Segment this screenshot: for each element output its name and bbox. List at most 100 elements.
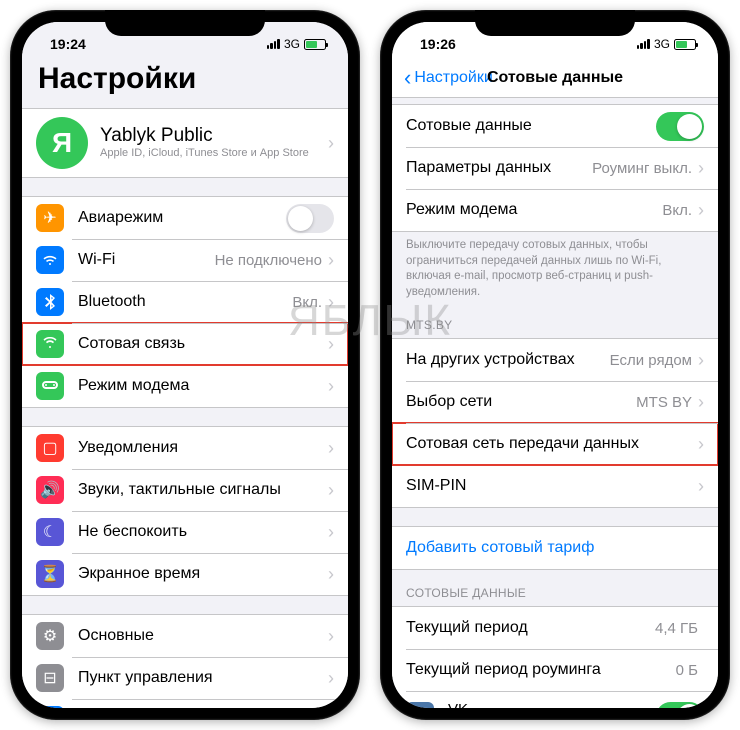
- status-right: 3G: [267, 37, 326, 51]
- carrier-header: MTS.BY: [392, 302, 718, 338]
- cellular-data-label: Сотовые данные: [406, 117, 656, 135]
- page-title: Настройки: [38, 62, 348, 96]
- phone-left: 19:24 3G Настройки Я Yablyk Public Apple…: [10, 10, 360, 720]
- chevron-icon: ›: [328, 133, 334, 154]
- bluetooth-cell[interactable]: Bluetooth Вкл. ›: [22, 281, 348, 323]
- chevron-icon: ›: [698, 200, 704, 221]
- chevron-icon: ›: [328, 376, 334, 397]
- cellular-icon: [36, 330, 64, 358]
- vk-icon: [406, 702, 434, 708]
- cellular-label: Сотовая связь: [78, 335, 328, 353]
- hotspot-label: Режим модема: [78, 377, 328, 395]
- roaming-period-cell[interactable]: Текущий период роуминга 0 Б: [392, 649, 718, 691]
- chevron-icon: ›: [698, 158, 704, 179]
- data-options-label: Параметры данных: [406, 159, 592, 177]
- app-vk-cell[interactable]: VK 2,1 ГБ: [392, 691, 718, 708]
- status-network: 3G: [284, 37, 300, 51]
- usage-group: Текущий период 4,4 ГБ Текущий период роу…: [392, 606, 718, 708]
- battery-icon: [304, 39, 326, 50]
- control-center-cell[interactable]: ⊟ Пункт управления ›: [22, 657, 348, 699]
- account-name: Yablyk Public: [100, 125, 328, 147]
- general-label: Основные: [78, 627, 328, 645]
- data-options-cell[interactable]: Параметры данных Роуминг выкл. ›: [392, 147, 718, 189]
- wifi-cell[interactable]: Wi-Fi Не подключено ›: [22, 239, 348, 281]
- battery-icon: [674, 39, 696, 50]
- display-cell[interactable]: AA Экран и яркость ›: [22, 699, 348, 708]
- notifications-label: Уведомления: [78, 439, 328, 457]
- sim-pin-cell[interactable]: SIM-PIN ›: [392, 465, 718, 507]
- connectivity-group: ✈ Авиарежим Wi-Fi Не подключено ›: [22, 196, 348, 408]
- hotspot-label: Режим модема: [406, 201, 662, 219]
- bluetooth-label: Bluetooth: [78, 293, 292, 311]
- roaming-period-value: 0 Б: [676, 662, 698, 679]
- cellular-cell[interactable]: Сотовая связь ›: [22, 323, 348, 365]
- hotspot-icon: [36, 372, 64, 400]
- carrier-group: На других устройствах Если рядом › Выбор…: [392, 338, 718, 508]
- other-devices-detail: Если рядом: [610, 352, 692, 369]
- data-group: Сотовые данные Параметры данных Роуминг …: [392, 104, 718, 232]
- hotspot-cell[interactable]: Режим модема ›: [22, 365, 348, 407]
- chevron-icon: ›: [328, 250, 334, 271]
- dnd-cell[interactable]: ☾ Не беспокоить ›: [22, 511, 348, 553]
- network-selection-label: Выбор сети: [406, 393, 636, 411]
- other-devices-cell[interactable]: На других устройствах Если рядом ›: [392, 339, 718, 381]
- chevron-icon: ›: [328, 480, 334, 501]
- settings-content[interactable]: Настройки Я Yablyk Public Apple ID, iClo…: [22, 58, 348, 708]
- chevron-icon: ›: [698, 392, 704, 413]
- chevron-left-icon: ‹: [404, 67, 411, 89]
- chevron-icon: ›: [328, 522, 334, 543]
- back-label: Настройки: [414, 69, 492, 87]
- display-icon: AA: [36, 706, 64, 708]
- roaming-period-label: Текущий период роуминга: [406, 661, 676, 679]
- nav-bar: ‹ Настройки Сотовые данные: [392, 58, 718, 98]
- network-selection-cell[interactable]: Выбор сети MTS BY ›: [392, 381, 718, 423]
- sliders-icon: ⊟: [36, 664, 64, 692]
- avatar: Я: [36, 117, 88, 169]
- chevron-icon: ›: [698, 476, 704, 497]
- add-plan-cell[interactable]: Добавить сотовый тариф: [392, 527, 718, 569]
- add-plan-label: Добавить сотовый тариф: [406, 539, 704, 557]
- sounds-cell[interactable]: 🔊 Звуки, тактильные сигналы ›: [22, 469, 348, 511]
- control-label: Пункт управления: [78, 669, 328, 687]
- add-plan-group: Добавить сотовый тариф: [392, 526, 718, 570]
- device-group: ⚙ Основные › ⊟ Пункт управления › AA Экр…: [22, 614, 348, 708]
- chevron-icon: ›: [328, 564, 334, 585]
- airplane-icon: ✈: [36, 204, 64, 232]
- notch: [105, 10, 265, 36]
- screentime-label: Экранное время: [78, 565, 328, 583]
- moon-icon: ☾: [36, 518, 64, 546]
- apn-cell[interactable]: Сотовая сеть передачи данных ›: [392, 423, 718, 465]
- network-selection-detail: MTS BY: [636, 394, 692, 411]
- general-cell[interactable]: ⚙ Основные ›: [22, 615, 348, 657]
- screen-left: 19:24 3G Настройки Я Yablyk Public Apple…: [22, 22, 348, 708]
- chevron-icon: ›: [328, 668, 334, 689]
- apple-id-cell[interactable]: Я Yablyk Public Apple ID, iCloud, iTunes…: [22, 109, 348, 177]
- app-vk-toggle[interactable]: [656, 702, 704, 708]
- status-right: 3G: [637, 37, 696, 51]
- account-subtitle: Apple ID, iCloud, iTunes Store и App Sto…: [100, 147, 328, 160]
- data-options-detail: Роуминг выкл.: [592, 160, 692, 177]
- notch: [475, 10, 635, 36]
- screentime-cell[interactable]: ⏳ Экранное время ›: [22, 553, 348, 595]
- notifications-cell[interactable]: ▢ Уведомления ›: [22, 427, 348, 469]
- hotspot-detail: Вкл.: [662, 202, 692, 219]
- airplane-toggle[interactable]: [286, 204, 334, 233]
- current-period-label: Текущий период: [406, 619, 655, 637]
- other-devices-label: На других устройствах: [406, 351, 610, 369]
- wifi-icon: [36, 246, 64, 274]
- notifications-icon: ▢: [36, 434, 64, 462]
- cellular-data-cell[interactable]: Сотовые данные: [392, 105, 718, 147]
- current-period-cell[interactable]: Текущий период 4,4 ГБ: [392, 607, 718, 649]
- status-network: 3G: [654, 37, 670, 51]
- chevron-icon: ›: [698, 434, 704, 455]
- sounds-icon: 🔊: [36, 476, 64, 504]
- cellular-data-toggle[interactable]: [656, 112, 704, 141]
- hourglass-icon: ⏳: [36, 560, 64, 588]
- cellular-content[interactable]: Сотовые данные Параметры данных Роуминг …: [392, 98, 718, 708]
- hotspot-cell[interactable]: Режим модема Вкл. ›: [392, 189, 718, 231]
- back-button[interactable]: ‹ Настройки: [404, 67, 493, 89]
- dnd-label: Не беспокоить: [78, 523, 328, 541]
- airplane-cell[interactable]: ✈ Авиарежим: [22, 197, 348, 239]
- gear-icon: ⚙: [36, 622, 64, 650]
- phone-right: 19:26 3G ‹ Настройки Сотовые данные Сото…: [380, 10, 730, 720]
